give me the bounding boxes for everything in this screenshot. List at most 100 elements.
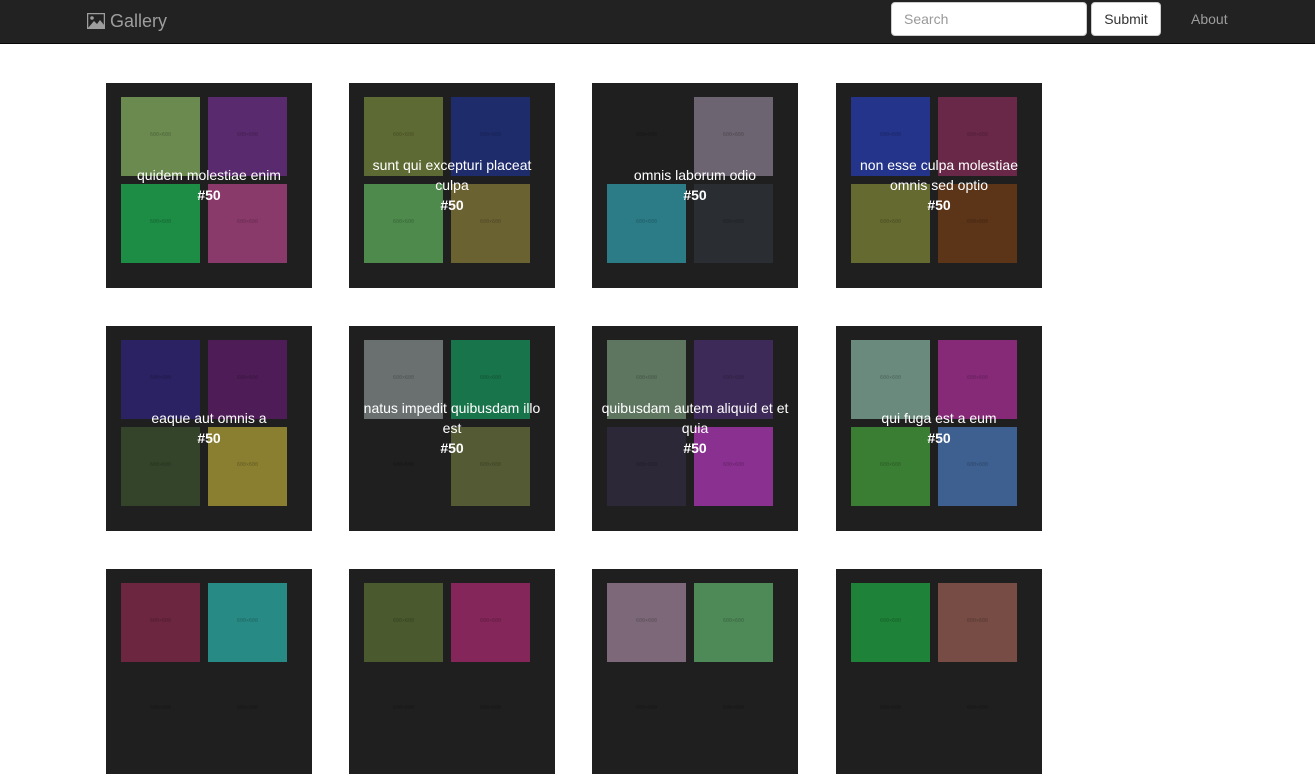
album-card[interactable]: 600×600 600×600 600×600 600×600 — [349, 569, 555, 774]
album-thumbnail: 600×600 — [208, 583, 287, 662]
album-card[interactable]: 600×600 600×600 600×600 600×600 qui fuga est… — [836, 326, 1042, 531]
album-photo-count: #50 — [440, 440, 464, 456]
album-photo-count: #50 — [197, 430, 221, 446]
album-caption: quidem molestiae enim #50 — [114, 165, 304, 205]
thumbnail-size-label: 600×600 — [635, 618, 658, 624]
album-thumbnail: 600×600 — [121, 583, 200, 662]
thumbnail-size-label: 600×600 — [392, 462, 415, 468]
thumbnail-size-label: 600×600 — [479, 132, 502, 138]
thumbnail-size-label: 600×600 — [722, 375, 745, 381]
album-card[interactable]: 600×600 600×600 600×600 600×600 — [592, 569, 798, 774]
album-title: non esse culpa molestiae omnis sed optio — [860, 157, 1018, 193]
thumbnail-size-label: 600×600 — [635, 219, 658, 225]
album-card[interactable]: 600×600 600×600 600×600 600×600 eaque aut om… — [106, 326, 312, 531]
album-thumbnail: 600×600 — [938, 583, 1017, 662]
thumbnail-size-label: 600×600 — [392, 705, 415, 711]
album-photo-count: #50 — [440, 197, 464, 213]
thumbnail-size-label: 600×600 — [722, 132, 745, 138]
album-photo-count: #50 — [927, 197, 951, 213]
thumbnail-size-label: 600×600 — [722, 219, 745, 225]
thumbnail-size-label: 600×600 — [236, 705, 259, 711]
navbar: Gallery Submit About — [0, 0, 1315, 44]
thumbnail-size-label: 600×600 — [236, 375, 259, 381]
thumbnail-size-label: 600×600 — [966, 219, 989, 225]
album-caption: quibusdam autem aliquid et et quia #50 — [600, 398, 790, 458]
thumbnail-size-label: 600×600 — [392, 618, 415, 624]
picture-icon — [87, 13, 105, 29]
album-thumbnail: 600×600 — [208, 670, 287, 749]
thumbnail-size-label: 600×600 — [635, 705, 658, 711]
thumbnail-size-label: 600×600 — [236, 462, 259, 468]
thumbnail-size-label: 600×600 — [722, 462, 745, 468]
thumbnail-size-label: 600×600 — [149, 375, 172, 381]
thumbnail-size-label: 600×600 — [879, 375, 902, 381]
album-card[interactable]: 600×600 600×600 600×600 600×600 natus impedi… — [349, 326, 555, 531]
brand-label: Gallery — [110, 10, 168, 31]
brand-link[interactable]: Gallery — [87, 10, 167, 32]
album-photo-count: #50 — [197, 187, 221, 203]
album-photo-count: #50 — [683, 187, 707, 203]
album-caption: omnis laborum odio #50 — [600, 165, 790, 205]
album-thumbnail: 600×600 — [607, 670, 686, 749]
thumbnail-size-label: 600×600 — [966, 132, 989, 138]
album-caption: eaque aut omnis a #50 — [114, 408, 304, 448]
thumbnail-size-label: 600×600 — [479, 219, 502, 225]
album-title: quidem molestiae enim — [137, 167, 281, 183]
search-form: Submit — [891, 2, 1161, 36]
album-card[interactable]: 600×600 600×600 600×600 600×600 quidem moles… — [106, 83, 312, 288]
album-thumbnail: 600×600 — [364, 583, 443, 662]
album-card[interactable]: 600×600 600×600 600×600 600×600 sunt qui exc… — [349, 83, 555, 288]
search-input[interactable] — [891, 2, 1087, 36]
album-thumbnail: 600×600 — [121, 670, 200, 749]
thumbnail-size-label: 600×600 — [236, 132, 259, 138]
album-photo-count: #50 — [927, 430, 951, 446]
thumbnail-size-label: 600×600 — [879, 219, 902, 225]
album-card[interactable]: 600×600 600×600 600×600 600×600 — [836, 569, 1042, 774]
album-card[interactable]: 600×600 600×600 600×600 600×600 — [106, 569, 312, 774]
thumbnail-size-label: 600×600 — [149, 705, 172, 711]
thumbnail-size-label: 600×600 — [966, 462, 989, 468]
album-caption: natus impedit quibusdam illo est #50 — [357, 398, 547, 458]
album-card[interactable]: 600×600 600×600 600×600 600×600 non esse cul… — [836, 83, 1042, 288]
album-title: eaque aut omnis a — [151, 410, 267, 426]
nav-about-link[interactable]: About — [1191, 11, 1228, 27]
album-thumbnail: 600×600 — [607, 583, 686, 662]
album-photo-count: #50 — [683, 440, 707, 456]
thumbnail-size-label: 600×600 — [635, 132, 658, 138]
album-title: quibusdam autem aliquid et et quia — [601, 400, 789, 436]
thumbnail-size-label: 600×600 — [966, 375, 989, 381]
thumbnail-size-label: 600×600 — [392, 132, 415, 138]
thumbnail-size-label: 600×600 — [149, 462, 172, 468]
album-grid: 600×600 600×600 600×600 600×600 quidem moles… — [0, 0, 1315, 774]
thumbnail-size-label: 600×600 — [149, 132, 172, 138]
thumbnail-size-label: 600×600 — [879, 132, 902, 138]
thumbnail-size-label: 600×600 — [635, 462, 658, 468]
album-title: qui fuga est a eum — [881, 410, 997, 426]
thumbnail-size-label: 600×600 — [966, 618, 989, 624]
album-caption: non esse culpa molestiae omnis sed optio… — [844, 155, 1034, 215]
album-card[interactable]: 600×600 600×600 600×600 600×600 quibusdam au… — [592, 326, 798, 531]
album-title: omnis laborum odio — [633, 167, 757, 183]
thumbnail-size-label: 600×600 — [149, 219, 172, 225]
thumbnail-size-label: 600×600 — [392, 219, 415, 225]
thumbnail-size-label: 600×600 — [879, 462, 902, 468]
album-thumbnail: 600×600 — [694, 583, 773, 662]
thumbnail-size-label: 600×600 — [149, 618, 172, 624]
album-caption: qui fuga est a eum #50 — [844, 408, 1034, 448]
album-thumbnail: 600×600 — [694, 670, 773, 749]
thumbnail-size-label: 600×600 — [722, 705, 745, 711]
album-card[interactable]: 600×600 600×600 600×600 600×600 omnis laboru… — [592, 83, 798, 288]
thumbnail-size-label: 600×600 — [722, 618, 745, 624]
thumbnail-size-label: 600×600 — [479, 375, 502, 381]
thumbnail-size-label: 600×600 — [635, 375, 658, 381]
album-caption: sunt qui excepturi placeat culpa #50 — [357, 155, 547, 215]
album-thumbnail: 600×600 — [851, 670, 930, 749]
thumbnail-size-label: 600×600 — [966, 705, 989, 711]
album-title: natus impedit quibusdam illo est — [363, 400, 541, 436]
album-thumbnail: 600×600 — [851, 583, 930, 662]
album-thumbnail: 600×600 — [451, 670, 530, 749]
album-thumbnail: 600×600 — [364, 670, 443, 749]
album-thumbnail: 600×600 — [938, 670, 1017, 749]
submit-button[interactable]: Submit — [1091, 2, 1161, 36]
thumbnail-size-label: 600×600 — [879, 618, 902, 624]
